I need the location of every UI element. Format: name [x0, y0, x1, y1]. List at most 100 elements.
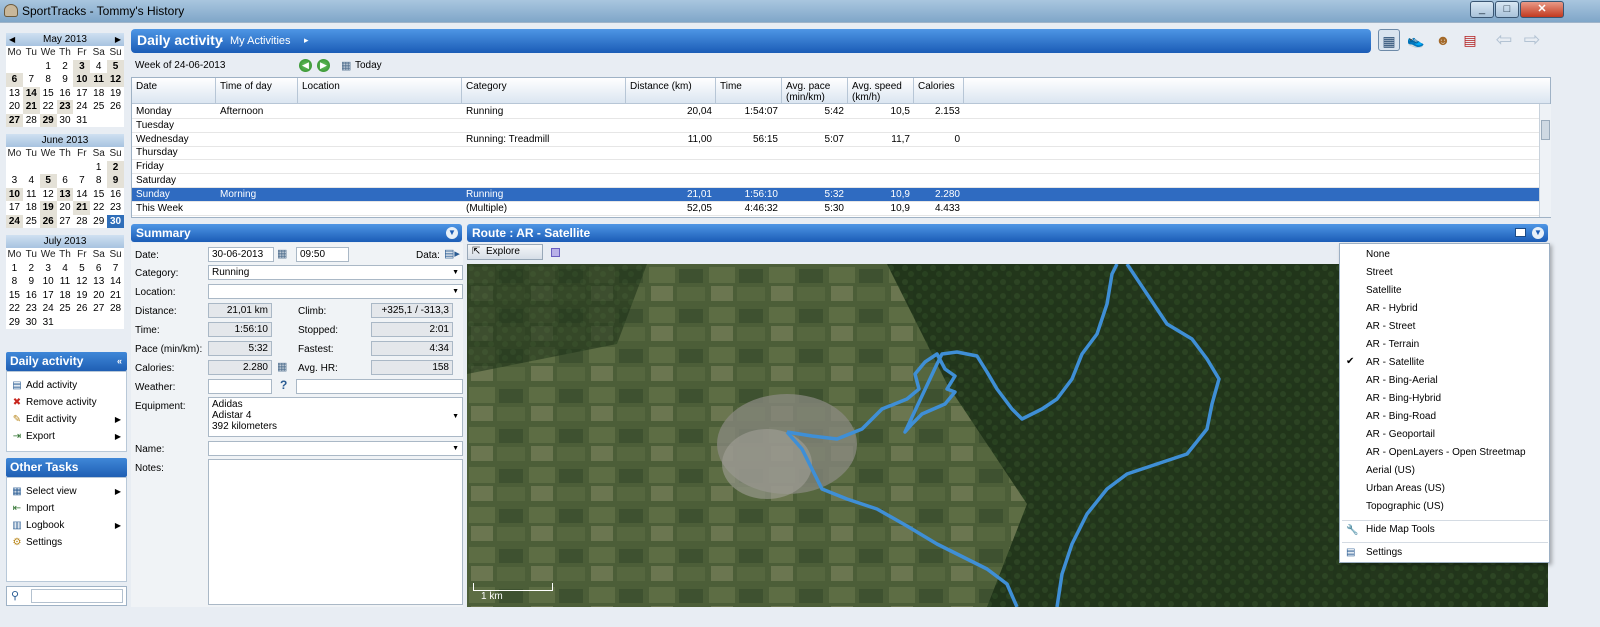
calendar-day[interactable]: 12	[73, 275, 90, 289]
table-row[interactable]: Sunday Morning Running 21,01 1:56:10 5:32 10,9…	[132, 187, 1539, 202]
column-header[interactable]: Category	[462, 78, 626, 104]
column-header[interactable]: Distance (km)	[626, 78, 716, 104]
calendar-day[interactable]: 23	[23, 302, 40, 316]
calendar-day[interactable]: 27	[6, 113, 23, 127]
calendar-day[interactable]: 10	[73, 73, 91, 87]
calendar-day[interactable]: 24	[73, 100, 90, 114]
task-edit-activity[interactable]: ✎ Edit activity ▶	[11, 412, 123, 428]
calendar-day[interactable]: 22	[40, 100, 57, 114]
calendar-day[interactable]: 27	[90, 302, 107, 316]
calendar-day[interactable]: 23	[56, 100, 74, 114]
calendar-day[interactable]: 10	[6, 187, 23, 201]
map-provider-option[interactable]: AR - Terrain	[1366, 336, 1419, 354]
calendar-day[interactable]: 21	[73, 201, 91, 215]
chevron-down-icon[interactable]: ▼	[452, 442, 459, 455]
stopped-field[interactable]: 2:01	[371, 322, 453, 337]
calendar-day[interactable]: 28	[107, 302, 124, 316]
calendar-day[interactable]: 16	[107, 188, 124, 202]
calendar-day[interactable]: 18	[57, 289, 74, 303]
calendar-day[interactable]: 25	[57, 302, 74, 316]
calories-field[interactable]: 2.280	[208, 360, 272, 375]
select-tool-icon[interactable]	[551, 248, 560, 257]
other-tasks-panel-header[interactable]: Other Tasks	[6, 458, 127, 477]
chevron-down-icon[interactable]: ▼	[452, 285, 459, 298]
map-provider-option[interactable]: AR - Street	[1366, 318, 1415, 336]
category-dropdown[interactable]: Running ▼	[208, 265, 463, 280]
search-input[interactable]	[31, 589, 123, 603]
breadcrumb-chevron-icon[interactable]: ▸	[304, 35, 309, 46]
calendar-day[interactable]: 9	[57, 73, 74, 87]
explore-button[interactable]: ⇱ Explore	[467, 244, 543, 260]
calendar-day[interactable]: 7	[73, 174, 90, 188]
map-provider-option[interactable]: AR - Hybrid	[1366, 300, 1418, 318]
calendar-day[interactable]: 15	[6, 289, 23, 303]
calendar-day[interactable]: 31	[73, 114, 90, 128]
task-import[interactable]: ⇤ Import	[11, 501, 123, 517]
map-provider-option[interactable]: AR - Bing-Hybrid	[1366, 390, 1441, 408]
calendar-day[interactable]: 24	[6, 214, 23, 228]
calendar-day[interactable]: 16	[23, 289, 40, 303]
layout-icon[interactable]	[1515, 228, 1526, 237]
calendar-day[interactable]: 12	[40, 188, 57, 202]
route-menu-icon[interactable]: ▼	[1532, 227, 1544, 239]
task-add-activity[interactable]: ▤ Add activity	[11, 378, 123, 394]
location-dropdown[interactable]: ▼	[208, 284, 463, 299]
calendar-day[interactable]: 8	[90, 174, 107, 188]
calendar-day[interactable]: 21	[22, 100, 40, 114]
calendar-day[interactable]: 14	[107, 275, 124, 289]
calendar-day[interactable]: 8	[40, 73, 57, 87]
summary-menu-icon[interactable]: ▼	[446, 227, 458, 239]
calendar-day[interactable]: 4	[57, 262, 74, 276]
calendar-day[interactable]: 3	[73, 59, 91, 73]
next-month-icon[interactable]: ▶	[115, 33, 121, 46]
chevron-down-icon[interactable]: ▼	[452, 411, 459, 422]
weather-field[interactable]	[208, 379, 272, 394]
map-provider-option[interactable]: Urban Areas (US)	[1366, 480, 1445, 498]
calendar-day[interactable]: 21	[107, 289, 124, 303]
today-button[interactable]: Today	[355, 60, 382, 71]
table-row[interactable]: Tuesday	[132, 119, 1539, 133]
calendar-day[interactable]: 3	[6, 174, 23, 188]
column-header[interactable]: Time	[716, 78, 782, 104]
fastest-field[interactable]: 4:34	[371, 341, 453, 356]
calendar-day[interactable]: 5	[73, 262, 90, 276]
distance-field[interactable]: 21,01 km	[208, 303, 272, 318]
calendar-day[interactable]: 1	[40, 60, 57, 74]
logbook-icon[interactable]: ▤	[1459, 29, 1481, 51]
calendar-day[interactable]: 4	[23, 174, 40, 188]
map-provider-option[interactable]: Topographic (US)	[1366, 498, 1444, 516]
calendar-day[interactable]: 29	[6, 316, 23, 330]
task-export[interactable]: ⇥ Export ▶	[11, 429, 123, 445]
map-provider-option[interactable]: AR - Bing-Aerial	[1366, 372, 1438, 390]
search-icon[interactable]: ⚲	[11, 589, 19, 602]
calendar-day[interactable]: 8	[6, 275, 23, 289]
calendar-day[interactable]: 14	[22, 86, 40, 100]
pace-field[interactable]: 5:32	[208, 341, 272, 356]
calendar-day[interactable]: 13	[6, 87, 23, 101]
calendar-day[interactable]: 22	[6, 302, 23, 316]
calendar-day[interactable]: 19	[39, 201, 57, 215]
date-field[interactable]: 30-06-2013	[208, 247, 274, 262]
maximize-button[interactable]: □	[1495, 1, 1519, 18]
column-header[interactable]: Avg. speed (km/h)	[848, 78, 914, 104]
activity-view-icon[interactable]: ▦	[1378, 29, 1400, 51]
calendar-day[interactable]: 1	[90, 161, 107, 175]
calendar-day[interactable]: 30	[107, 214, 124, 228]
daily-activity-panel-header[interactable]: Daily activity «	[6, 352, 127, 371]
calendar-day[interactable]: 6	[6, 73, 23, 87]
calendar-day[interactable]: 6	[57, 174, 74, 188]
calendar-day[interactable]: 20	[90, 289, 107, 303]
table-row[interactable]: Monday Afternoon Running 20,04 1:54:07 5:42 10…	[132, 105, 1539, 119]
table-row[interactable]: This Week (Multiple) 52,05 4:46:32 5:30 10,9 4…	[132, 202, 1539, 216]
column-header[interactable]: Calories	[914, 78, 964, 104]
time-field[interactable]: 09:50	[296, 247, 349, 262]
map-provider-option[interactable]: Aerial (US)	[1366, 462, 1415, 480]
calendar-icon[interactable]: ▦	[341, 59, 351, 72]
calendar-day[interactable]: 28	[23, 114, 40, 128]
avg-hr-field[interactable]: 158	[371, 360, 453, 375]
calendar-day[interactable]: 20	[57, 201, 74, 215]
map-provider-option[interactable]: Street	[1366, 264, 1393, 282]
scroll-thumb[interactable]	[1541, 120, 1550, 140]
task-select-view[interactable]: ▦ Select view ▶	[11, 484, 123, 500]
calendar-day[interactable]: 9	[23, 275, 40, 289]
